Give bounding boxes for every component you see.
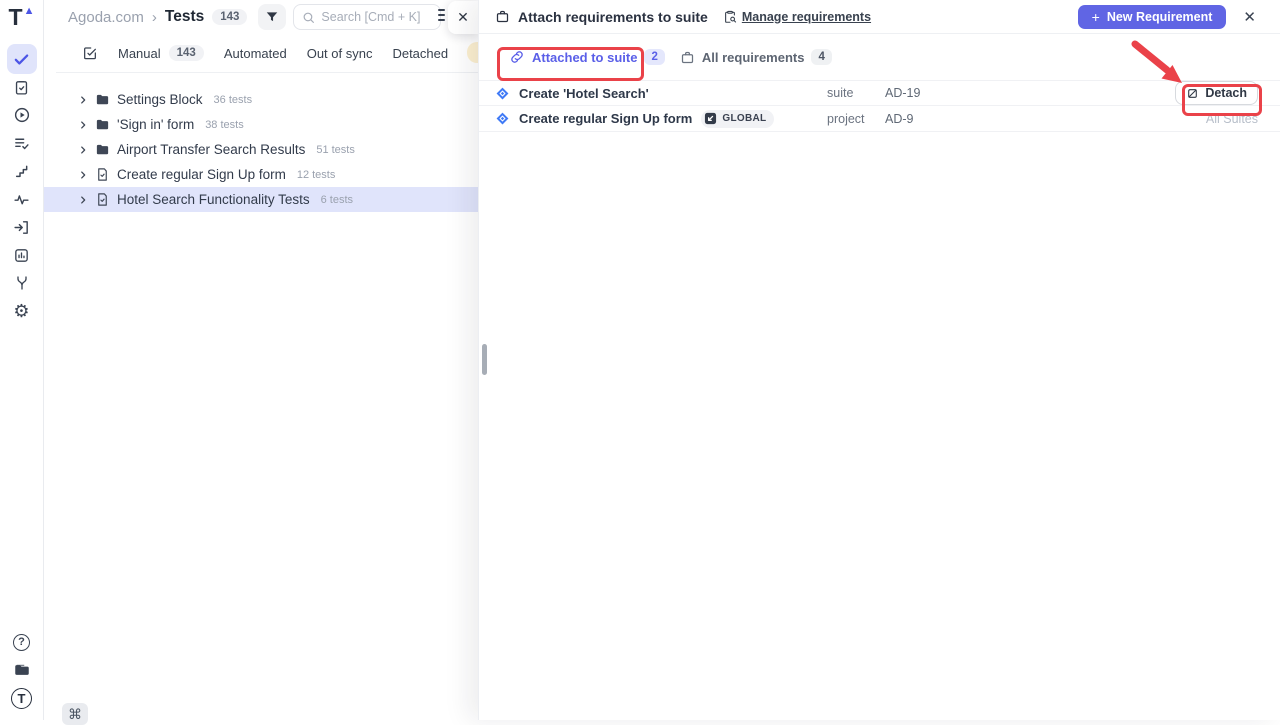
tests-count-badge: 143 [212,9,247,25]
app-icon-rail: T▲ [0,0,44,720]
requirement-scope: suite [827,86,885,100]
play-circle-icon [13,106,31,124]
chevron-right-icon[interactable] [78,195,88,205]
global-icon [704,112,717,125]
document-check-icon [95,192,110,207]
chevron-right-icon[interactable] [78,170,88,180]
document-check-icon [95,167,110,182]
gear-icon: ⚙ [13,302,29,320]
breadcrumb-separator: › [152,9,157,26]
requirements-list: Create 'Hotel Search' suite AD-19 Detach… [479,80,1280,132]
tab-attached-to-suite[interactable]: Attached to suite 2 [509,49,665,65]
tree-item-settings-block[interactable]: Settings Block 36 tests [44,87,478,112]
requirement-diamond-icon [495,86,510,101]
tree-item-create-regular-sign-up[interactable]: Create regular Sign Up form 12 tests [44,162,478,187]
chevron-right-icon[interactable] [78,145,88,155]
clipboard-check-icon [13,79,30,96]
briefcase-icon [495,9,510,24]
close-icon: ✕ [457,9,469,26]
requirement-diamond-icon [495,111,510,126]
attach-requirements-panel: Attach requirements to suite Manage requ… [478,0,1280,720]
close-icon: ✕ [1243,9,1256,26]
tree-item-hotel-search-selected[interactable]: Hotel Search Functionality Tests 6 tests [44,187,478,212]
rail-item-runs[interactable] [8,101,36,129]
rail-item-import[interactable] [8,213,36,241]
requirement-row-hotel-search[interactable]: Create 'Hotel Search' suite AD-19 Detach [479,80,1280,106]
filter-detached[interactable]: Detached [392,46,448,61]
new-requirement-button[interactable]: + New Requirement [1078,5,1227,29]
search-input[interactable] [321,10,432,24]
app-logo-icon[interactable]: T▲ [9,6,35,32]
requirement-id: AD-9 [885,112,1206,126]
chevron-right-icon[interactable] [78,95,88,105]
panel-title: Attach requirements to suite [518,9,708,25]
funnel-icon [265,10,279,24]
tree-item-airport-transfer[interactable]: Airport Transfer Search Results 51 tests [44,137,478,162]
filter-out-of-sync[interactable]: Out of sync [307,46,373,61]
bar-chart-icon [13,247,30,264]
link-icon [509,49,525,65]
clipboard-search-icon [723,10,737,24]
import-icon [13,219,30,236]
rail-item-analytics[interactable] [8,241,36,269]
folder-icon [95,117,110,132]
rail-item-pulse[interactable] [8,185,36,213]
requirement-scope: project [827,112,885,126]
requirement-id: AD-19 [885,86,1175,100]
rail-item-brand[interactable]: T [8,684,36,712]
rail-item-plans[interactable] [8,73,36,101]
tests-header: Agoda.com › Tests 143 ✕ [44,0,478,34]
filter-button[interactable] [258,4,286,30]
folder-icon [95,142,110,157]
branch-icon [14,275,30,291]
tab-all-requirements[interactable]: All requirements 4 [680,49,832,65]
all-suites-label: All Suites [1206,112,1258,126]
folder-icon [95,92,110,107]
rail-bottom-group: ? T [8,628,36,712]
close-panel-button[interactable]: ✕ [1243,8,1256,26]
filter-manual[interactable]: Manual 143 [118,45,204,61]
rail-item-help[interactable]: ? [8,628,36,656]
plus-icon: + [1092,9,1100,25]
global-badge: GLOBAL [701,110,774,128]
filter-tabs-row: Manual 143 Automated Out of sync Detache… [56,34,478,73]
all-count-badge: 4 [811,49,831,65]
briefcase-icon [680,50,695,65]
search-icon [302,11,315,24]
logo-circle-icon: T [11,688,32,709]
help-icon: ? [13,634,30,651]
check-icon [13,51,30,68]
tests-tree-panel: Agoda.com › Tests 143 ✕ Manual 143 Autom… [44,0,478,720]
panel-edge-close-button[interactable]: ✕ [448,1,478,34]
rail-item-steps[interactable] [8,157,36,185]
folder-icon [13,661,31,679]
rail-item-docs[interactable] [8,656,36,684]
rail-item-tests[interactable] [7,44,37,74]
breadcrumb-section[interactable]: Tests [165,8,204,26]
view-options-icon[interactable] [438,9,445,21]
filter-automated[interactable]: Automated [224,46,287,61]
activity-icon [13,191,30,208]
test-suites-tree: Settings Block 36 tests 'Sign in' form 3… [44,73,478,212]
stairs-icon [14,163,30,179]
list-check-icon [13,135,30,152]
rail-item-settings[interactable]: ⚙ [8,297,36,325]
search-box [293,4,441,30]
edit-check-icon[interactable] [82,45,98,61]
rail-item-results[interactable] [8,129,36,157]
requirements-tabs: Attached to suite 2 All requirements 4 [479,34,1280,80]
command-shortcut-badge: ⌘ [62,703,88,725]
requirement-row-sign-up-form[interactable]: Create regular Sign Up form GLOBAL proje… [479,106,1280,132]
rail-item-branches[interactable] [8,269,36,297]
manage-requirements-link[interactable]: Manage requirements [723,10,871,24]
manual-count-badge: 143 [169,45,204,61]
tree-item-sign-in-form[interactable]: 'Sign in' form 38 tests [44,112,478,137]
panel-header: Attach requirements to suite Manage requ… [479,0,1280,34]
attached-count-badge: 2 [644,49,664,65]
detach-button[interactable]: Detach [1175,81,1258,105]
breadcrumb-project[interactable]: Agoda.com [68,9,144,26]
chevron-right-icon[interactable] [78,120,88,130]
detach-icon [1186,87,1199,100]
panel-resize-handle[interactable] [482,344,487,375]
